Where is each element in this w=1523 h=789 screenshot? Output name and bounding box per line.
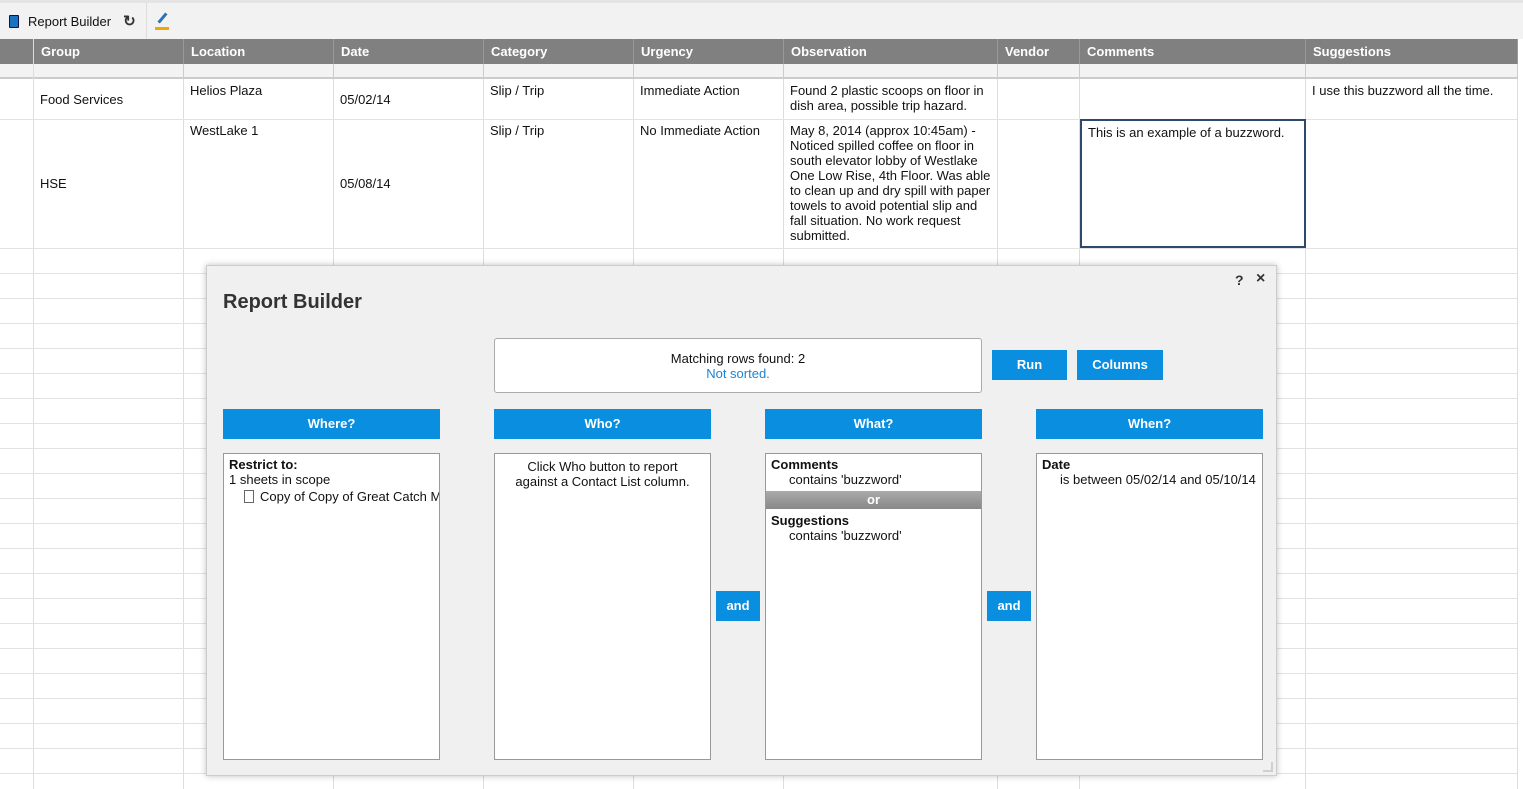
cell-date[interactable]: 05/08/14 (334, 119, 484, 248)
column-header-category[interactable]: Category (484, 39, 634, 64)
criteria-field[interactable]: Comments (771, 457, 976, 472)
resize-handle[interactable] (1263, 762, 1273, 772)
sub-header (634, 64, 784, 79)
sheet-icon (244, 490, 254, 503)
dialog-title: Report Builder (223, 291, 362, 313)
who-panel[interactable]: Click Who button to report against a Con… (494, 453, 711, 760)
cell-observation[interactable]: Found 2 plastic scoops on floor in dish … (784, 79, 998, 119)
where-button[interactable]: Where? (223, 409, 440, 439)
toolbar: Report Builder ↻ (0, 0, 1523, 39)
report-builder-dialog: Report Builder ? × Matching rows found: … (206, 265, 1277, 776)
column-header-urgency[interactable]: Urgency (634, 39, 784, 64)
sheet-item[interactable]: Copy of Copy of Great Catch M (229, 489, 439, 504)
sub-header (998, 64, 1080, 79)
sub-header (1080, 64, 1306, 79)
match-status: Matching rows found: 2 Not sorted. (494, 338, 982, 393)
restrict-heading: Restrict to: (229, 457, 298, 472)
when-panel[interactable]: Date is between 05/02/14 and 05/10/14 (1036, 453, 1263, 760)
matching-count: Matching rows found: 2 (670, 351, 806, 366)
cell-vendor[interactable] (998, 79, 1080, 119)
cell-suggestions[interactable] (1306, 119, 1518, 248)
and-button[interactable]: and (716, 591, 760, 621)
cell-observation[interactable]: May 8, 2014 (approx 10:45am) - Noticed s… (784, 119, 998, 248)
when-button[interactable]: When? (1036, 409, 1263, 439)
or-separator[interactable]: or (766, 491, 981, 509)
what-button[interactable]: What? (765, 409, 982, 439)
cell-urgency[interactable]: No Immediate Action (634, 119, 784, 248)
sort-status-link[interactable]: Not sorted. (495, 366, 981, 381)
sub-header (334, 64, 484, 79)
criteria-field[interactable]: Date (1042, 457, 1257, 472)
refresh-icon[interactable]: ↻ (123, 12, 136, 30)
row-divider (0, 248, 1517, 249)
sheet-name: Copy of Copy of Great Catch M (260, 489, 440, 504)
column-header-location[interactable]: Location (184, 39, 334, 64)
criteria-field[interactable]: Suggestions (771, 513, 976, 528)
report-book-icon (9, 14, 19, 28)
cell-vendor[interactable] (998, 119, 1080, 248)
what-panel[interactable]: Comments contains 'buzzword' or Suggesti… (765, 453, 982, 760)
columns-button[interactable]: Columns (1077, 350, 1163, 380)
sub-header (784, 64, 998, 79)
cell-category[interactable]: Slip / Trip (484, 79, 634, 119)
sub-header (34, 64, 184, 79)
column-header-observation[interactable]: Observation (784, 39, 998, 64)
highlight-pen-icon[interactable] (154, 11, 171, 31)
column-header-group[interactable]: Group (34, 39, 184, 64)
who-button[interactable]: Who? (494, 409, 711, 439)
cell-location[interactable]: Helios Plaza (184, 79, 334, 119)
and-button[interactable]: and (987, 591, 1031, 621)
cell-suggestions[interactable]: I use this buzzword all the time. (1306, 79, 1518, 119)
run-button[interactable]: Run (992, 350, 1067, 380)
report-builder-tool[interactable]: Report Builder ↻ (0, 3, 147, 39)
who-hint: Click Who button to report against a Con… (515, 459, 690, 489)
cell-comments[interactable]: This is an example of a buzzword. (1080, 119, 1306, 248)
scope-count: 1 sheets in scope (229, 472, 331, 487)
close-icon[interactable]: × (1256, 270, 1265, 288)
cell-comments[interactable] (1080, 79, 1306, 119)
cell-date[interactable]: 05/02/14 (334, 79, 484, 119)
toolbar-title: Report Builder (28, 13, 112, 29)
column-header-vendor[interactable]: Vendor (998, 39, 1080, 64)
sub-header (484, 64, 634, 79)
sub-header (1306, 64, 1518, 79)
cell-group[interactable]: Food Services (34, 79, 184, 119)
cell-location[interactable]: WestLake 1 (184, 119, 334, 248)
criteria-condition: contains 'buzzword' (789, 528, 902, 543)
help-icon[interactable]: ? (1235, 272, 1244, 288)
where-panel[interactable]: Restrict to: 1 sheets in scope Copy of C… (223, 453, 440, 760)
criteria-condition: is between 05/02/14 and 05/10/14 (1060, 472, 1256, 487)
sub-header (184, 64, 334, 79)
criteria-condition: contains 'buzzword' (789, 472, 902, 487)
cell-urgency[interactable]: Immediate Action (634, 79, 784, 119)
cell-category[interactable]: Slip / Trip (484, 119, 634, 248)
column-header-date[interactable]: Date (334, 39, 484, 64)
column-header-suggestions[interactable]: Suggestions (1306, 39, 1518, 64)
column-header-comments[interactable]: Comments (1080, 39, 1306, 64)
cell-group[interactable]: HSE (34, 119, 184, 248)
row-number-column (0, 39, 34, 789)
